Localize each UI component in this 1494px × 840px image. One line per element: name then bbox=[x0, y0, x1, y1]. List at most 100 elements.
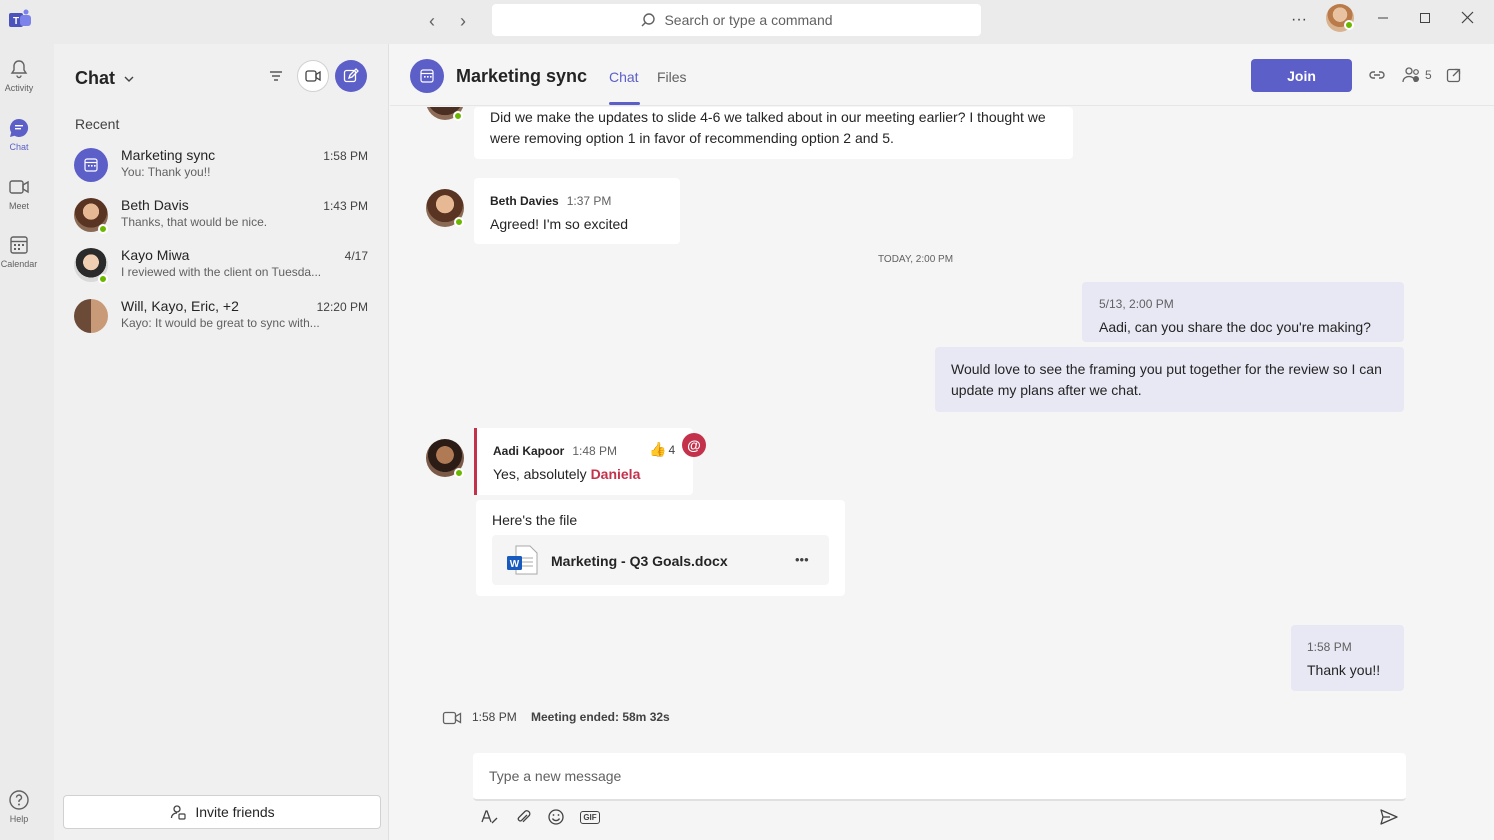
chat-list-item[interactable]: Marketing sync You: Thank you!! 1:58 PM bbox=[54, 144, 389, 194]
file-more-icon[interactable]: ••• bbox=[795, 549, 809, 570]
recent-label: Recent bbox=[75, 116, 120, 132]
presence-available-icon bbox=[453, 111, 463, 121]
back-arrow-icon[interactable]: ‹ bbox=[421, 10, 443, 32]
pop-out-icon bbox=[1446, 68, 1461, 83]
invite-friends-button[interactable]: Invite friends bbox=[63, 795, 381, 829]
send-button[interactable] bbox=[1377, 805, 1401, 829]
chat-time: 4/17 bbox=[344, 249, 368, 263]
rail-item-help[interactable]: Help bbox=[0, 789, 38, 824]
message-text: Agreed! I'm so excited bbox=[490, 216, 629, 232]
rail-label: Help bbox=[9, 814, 29, 824]
calendar-icon bbox=[84, 158, 98, 172]
message-text: Did we make the updates to slide 4-6 we … bbox=[490, 109, 1046, 146]
filter-icon bbox=[270, 71, 282, 81]
message-time: 1:48 PM bbox=[572, 444, 618, 458]
chat-name: Beth Davis bbox=[121, 197, 189, 213]
join-button[interactable]: Join bbox=[1251, 59, 1352, 92]
emoji-icon bbox=[548, 809, 564, 825]
teams-logo-icon[interactable]: T bbox=[8, 9, 32, 31]
message-bubble[interactable]: Here's the file W Marketing - Q3 Goals.d… bbox=[476, 500, 845, 596]
format-button[interactable] bbox=[477, 805, 501, 829]
filter-button[interactable] bbox=[260, 60, 292, 92]
group-avatar bbox=[410, 59, 444, 93]
mention[interactable]: Daniela bbox=[591, 466, 641, 482]
attach-button[interactable] bbox=[511, 805, 535, 829]
chat-list-item[interactable]: Kayo Miwa I reviewed with the client on … bbox=[54, 244, 389, 294]
tab-chat[interactable]: Chat bbox=[609, 69, 639, 85]
svg-text:W: W bbox=[510, 559, 520, 570]
emoji-button[interactable] bbox=[544, 805, 568, 829]
rail-item-calendar[interactable]: Calendar bbox=[0, 234, 38, 269]
minimize-icon[interactable] bbox=[1369, 8, 1397, 32]
message-list[interactable]: Did we make the updates to slide 4-6 we … bbox=[390, 107, 1494, 737]
people-icon bbox=[1402, 67, 1419, 83]
chat-preview: I reviewed with the client on Tuesda... bbox=[121, 265, 322, 279]
meet-now-button[interactable] bbox=[297, 60, 329, 92]
message-text: Yes, absolutely bbox=[493, 466, 587, 482]
presence-available-icon bbox=[98, 224, 108, 234]
word-document-icon: W bbox=[507, 545, 538, 575]
rail-item-meet[interactable]: Meet bbox=[0, 176, 38, 211]
rail-item-chat[interactable]: Chat bbox=[0, 117, 38, 152]
message-sender: Aadi Kapoor bbox=[493, 444, 565, 458]
video-camera-icon bbox=[305, 70, 321, 82]
chat-preview: Kayo: It would be great to sync with... bbox=[121, 316, 320, 330]
video-camera-icon bbox=[442, 711, 462, 725]
reaction-count: 4 bbox=[668, 442, 676, 457]
chat-name: Will, Kayo, Eric, +2 bbox=[121, 298, 239, 314]
chat-list-title-text: Chat bbox=[75, 68, 115, 88]
file-attachment[interactable]: W Marketing - Q3 Goals.docx ••• bbox=[492, 535, 829, 585]
reaction-like[interactable]: 👍 4 bbox=[649, 441, 675, 458]
conversation-title: Marketing sync bbox=[456, 66, 588, 86]
help-icon bbox=[9, 790, 29, 810]
forward-arrow-icon[interactable]: › bbox=[452, 10, 474, 32]
at-mention-icon: @ bbox=[682, 433, 706, 457]
participants-count: 5 bbox=[1425, 68, 1432, 82]
message-bubble[interactable]: Beth Davies 1:37 PM Agreed! I'm so excite… bbox=[474, 178, 680, 244]
maximize-icon[interactable] bbox=[1411, 8, 1439, 32]
message-text: Aadi, can you share the doc you're makin… bbox=[1099, 319, 1371, 335]
chat-list-item[interactable]: Will, Kayo, Eric, +2 Kayo: It would be g… bbox=[54, 295, 389, 345]
message-text: Thank you!! bbox=[1307, 662, 1381, 678]
pop-out-button[interactable] bbox=[1445, 65, 1463, 85]
compose-icon bbox=[343, 68, 359, 83]
message-bubble[interactable]: Aadi Kapoor 1:48 PM Yes, absolutely Danie… bbox=[474, 428, 693, 495]
rail-label: Meet bbox=[8, 201, 29, 211]
my-message-bubble[interactable]: Would love to see the framing you put to… bbox=[935, 347, 1404, 412]
chat-time: 1:43 PM bbox=[323, 199, 368, 213]
gif-button[interactable]: GIF bbox=[578, 805, 602, 829]
title-bar: T ‹ › Search or type a command ··· bbox=[0, 0, 1494, 44]
search-input[interactable]: Search or type a command bbox=[492, 4, 981, 36]
rail-label: Chat bbox=[9, 142, 29, 152]
message-compose-box[interactable]: Type a new message bbox=[473, 753, 1406, 801]
app-rail: Activity Chat Meet Calendar Help bbox=[0, 44, 54, 840]
message-time: 1:58 PM bbox=[1307, 640, 1352, 654]
send-icon bbox=[1380, 809, 1398, 825]
video-camera-icon bbox=[9, 180, 29, 194]
close-icon[interactable] bbox=[1453, 8, 1481, 32]
my-message-bubble[interactable]: 1:58 PM Thank you!! bbox=[1291, 625, 1404, 691]
more-options-icon[interactable]: ··· bbox=[1285, 8, 1313, 32]
chat-list-title[interactable]: Chat bbox=[75, 68, 135, 89]
new-chat-button[interactable] bbox=[335, 60, 367, 92]
calendar-icon bbox=[420, 69, 434, 83]
presence-available-icon bbox=[454, 468, 464, 478]
active-tab-indicator bbox=[609, 102, 640, 105]
format-icon bbox=[481, 810, 498, 824]
file-name: Marketing - Q3 Goals.docx bbox=[551, 553, 728, 569]
tab-files[interactable]: Files bbox=[657, 69, 687, 85]
copy-link-button[interactable] bbox=[1367, 65, 1387, 85]
my-message-bubble[interactable]: 5/13, 2:00 PM Aadi, can you share the do… bbox=[1082, 282, 1404, 342]
svg-text:T: T bbox=[13, 16, 19, 27]
paperclip-icon bbox=[517, 810, 531, 823]
participants-button[interactable]: 5 bbox=[1401, 65, 1432, 85]
bell-icon bbox=[10, 60, 28, 79]
message-bubble[interactable]: Did we make the updates to slide 4-6 we … bbox=[474, 107, 1073, 159]
presence-available-icon bbox=[98, 274, 108, 284]
message-sender: Beth Davies bbox=[490, 194, 559, 208]
conversation-header: Marketing sync Chat Files Join 5 bbox=[390, 44, 1494, 106]
rail-label: Activity bbox=[4, 83, 34, 93]
rail-item-activity[interactable]: Activity bbox=[0, 58, 38, 93]
chat-icon bbox=[9, 118, 29, 137]
chat-list-item[interactable]: Beth Davis Thanks, that would be nice. 1… bbox=[54, 194, 389, 244]
